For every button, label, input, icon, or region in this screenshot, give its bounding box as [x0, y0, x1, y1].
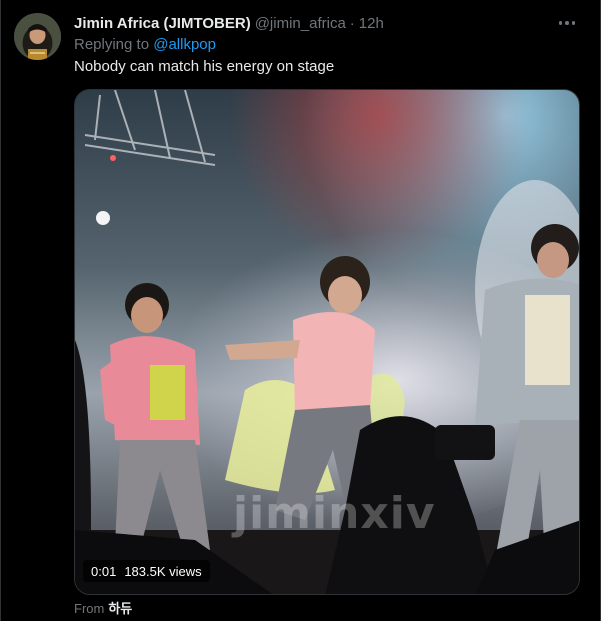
source-name-link[interactable]: 하듀: [108, 601, 132, 616]
video-player[interactable]: jiminxiv 0:01 183.5K views: [74, 89, 580, 595]
video-time: 0:01: [91, 563, 117, 579]
reply-prefix: Replying to: [74, 36, 150, 53]
timestamp[interactable]: 12h: [359, 15, 384, 32]
video-stats: 0:01 183.5K views: [83, 560, 210, 582]
source-prefix: From: [74, 601, 105, 616]
tweet-text: Nobody can match his energy on stage: [74, 58, 335, 75]
video-views: 183.5K views: [124, 563, 202, 579]
more-horizontal-icon: [558, 21, 576, 25]
media-source: From 하듀: [74, 598, 132, 617]
tweet-header: Jimin Africa (JIMTOBER) @jimin_africa · …: [74, 13, 384, 33]
user-handle[interactable]: @jimin_africa: [255, 15, 346, 32]
reply-to-link[interactable]: @allkpop: [153, 36, 216, 53]
tweet[interactable]: Jimin Africa (JIMTOBER) @jimin_africa · …: [0, 0, 601, 621]
reply-context: Replying to @allkpop: [74, 36, 216, 53]
more-button[interactable]: [554, 12, 580, 34]
video-watermark: jiminxiv: [233, 488, 436, 539]
header-separator: ·: [349, 14, 355, 32]
display-name[interactable]: Jimin Africa (JIMTOBER): [74, 15, 251, 32]
avatar-image: [14, 13, 61, 60]
avatar[interactable]: [14, 13, 61, 60]
